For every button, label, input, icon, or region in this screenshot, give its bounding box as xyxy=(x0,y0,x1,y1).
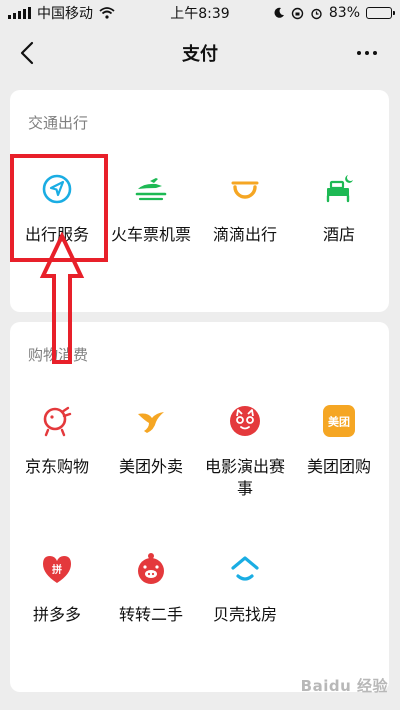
service-label: 转转二手 xyxy=(118,605,183,624)
watermark: Baidu 经验 xyxy=(300,677,388,695)
back-button[interactable] xyxy=(14,38,42,68)
chevron-left-icon xyxy=(20,41,34,65)
status-right: 83% xyxy=(273,5,395,21)
service-meituan-tuangou[interactable]: 美团 美团团购 xyxy=(292,394,386,542)
service-didi[interactable]: 滴滴出行 xyxy=(198,162,292,302)
wifi-icon xyxy=(99,7,115,19)
didi-icon xyxy=(228,172,262,206)
hotel-bed-icon xyxy=(322,172,356,206)
service-label: 贝壳找房 xyxy=(212,605,277,624)
meituan-logo-icon: 美团 xyxy=(322,404,356,438)
service-label: 电影演出赛事 xyxy=(204,457,285,498)
alarm-icon xyxy=(311,8,322,19)
service-jd[interactable]: 京东购物 xyxy=(10,394,104,542)
train-plane-icon xyxy=(134,172,168,206)
zhuanzhuan-pig-icon xyxy=(134,552,168,586)
beike-house-icon xyxy=(228,552,262,586)
status-left: 中国移动 xyxy=(8,3,115,23)
moon-icon xyxy=(274,7,284,18)
service-label: 滴滴出行 xyxy=(212,225,277,244)
service-label: 美团团购 xyxy=(306,457,371,476)
battery-percent: 83% xyxy=(328,5,360,21)
service-label: 美团外卖 xyxy=(118,457,183,476)
more-button[interactable] xyxy=(352,40,382,66)
service-train-flight[interactable]: 火车票机票 xyxy=(104,162,198,302)
service-label: 火车票机票 xyxy=(110,225,191,244)
signal-icon xyxy=(8,7,31,19)
status-bar: 中国移动 上午8:39 83% xyxy=(0,0,400,26)
jd-dog-icon xyxy=(40,404,74,438)
more-dots-icon xyxy=(357,51,361,55)
service-movie[interactable]: 电影演出赛事 xyxy=(198,394,292,542)
cat-eye-icon xyxy=(228,404,262,438)
page-title: 支付 xyxy=(182,44,218,65)
nav-bar: 支付 xyxy=(0,26,400,80)
service-meituan-waimai[interactable]: 美团外卖 xyxy=(104,394,198,542)
section-title: 交通出行 xyxy=(28,114,89,132)
section-card-shopping: 购物消费 京东购物 美团外卖 电影演出赛事 美团 美团团购 拼 拼多多 转转二手… xyxy=(10,322,389,692)
service-grid: 京东购物 美团外卖 电影演出赛事 美团 美团团购 拼 拼多多 转转二手 贝壳找房 xyxy=(10,394,389,690)
pinduoduo-logo-text: 拼 xyxy=(52,563,62,576)
meituan-logo-text: 美团 xyxy=(328,415,350,429)
orientation-lock-icon xyxy=(291,7,304,19)
service-beike[interactable]: 贝壳找房 xyxy=(198,542,292,690)
up-arrow-annotation xyxy=(39,232,85,364)
kangaroo-icon xyxy=(134,404,168,438)
pinduoduo-heart-icon: 拼 xyxy=(40,552,74,586)
service-hotel[interactable]: 酒店 xyxy=(292,162,386,302)
carrier-name: 中国移动 xyxy=(37,6,93,22)
service-zhuanzhuan[interactable]: 转转二手 xyxy=(104,542,198,690)
service-label: 酒店 xyxy=(322,225,355,244)
service-label: 拼多多 xyxy=(32,605,81,624)
battery-icon xyxy=(366,7,395,19)
service-pinduoduo[interactable]: 拼 拼多多 xyxy=(10,542,104,690)
service-label: 京东购物 xyxy=(24,457,89,476)
